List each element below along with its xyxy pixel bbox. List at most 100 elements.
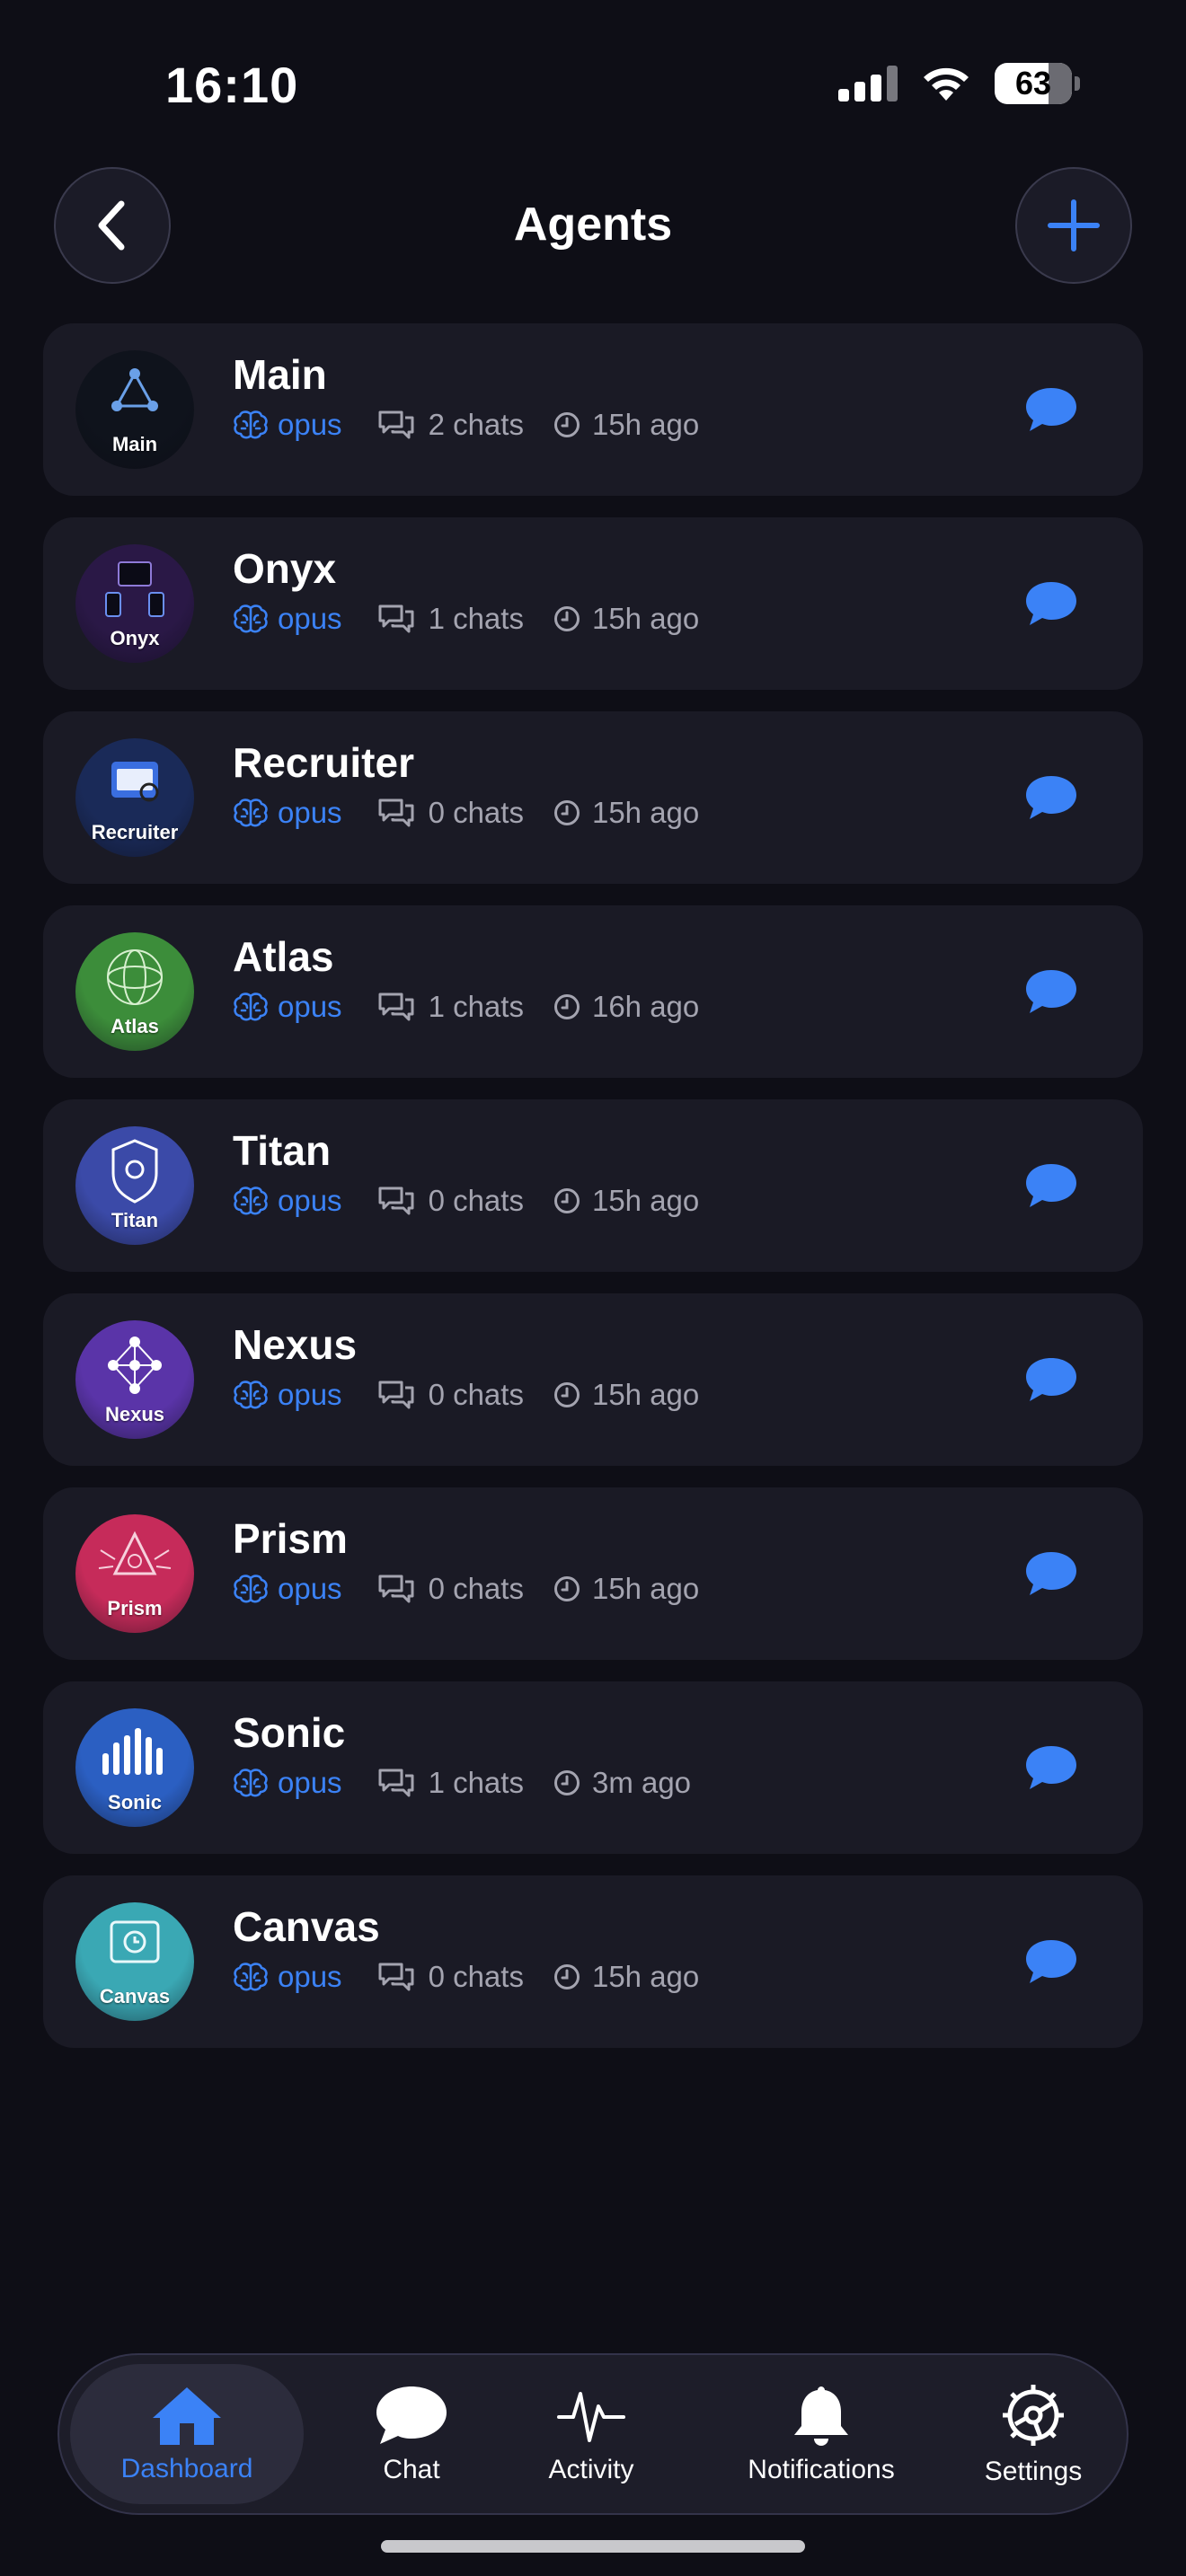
agent-chat-count: 0 chats [428,1572,524,1605]
chat-bubble-icon[interactable] [1024,968,1078,1015]
chat-bubble-icon[interactable] [1024,1162,1078,1209]
agent-avatar-label: Titan [111,1209,159,1231]
clock-icon [553,1188,580,1213]
chats-icon [378,410,414,439]
agent-chat-count: 2 chats [428,408,524,441]
agent-card-main[interactable]: Main Main opus 2 chats 15h ago [43,323,1143,496]
pulse-icon [557,2392,625,2442]
agent-meta: opus 0 chats 15h ago [233,796,699,830]
tab-dashboard[interactable]: Dashboard [70,2364,304,2504]
clock-icon [553,800,580,825]
status-time: 16:10 [165,57,299,113]
clock-icon [553,412,580,437]
agent-avatar-label: Atlas [111,1015,159,1037]
agent-card-sonic[interactable]: Sonic Sonic opus 1 chats 3m ago [43,1681,1143,1854]
agent-model: opus [278,408,342,441]
agent-avatar: Prism [75,1514,194,1633]
agent-avatar-label: Prism [107,1597,163,1619]
agent-chat-count: 1 chats [428,990,524,1023]
chat-bubble-icon[interactable] [1024,1744,1078,1791]
page-title: Agents [513,198,673,251]
tab-label: Settings [984,2457,1083,2486]
agent-card-onyx[interactable]: Onyx Onyx opus 1 chats 15h ago [43,517,1143,690]
agent-name: Nexus [233,1321,358,1368]
agent-avatar-label: Sonic [108,1791,162,1813]
agent-model: opus [278,1766,342,1799]
agent-card-titan[interactable]: Titan Titan opus 0 chats 15h ago [43,1099,1143,1272]
brain-icon [234,1187,268,1215]
agent-model: opus [278,1960,342,1993]
chats-icon [378,1381,414,1409]
bottom-tab-bar: Dashboard Chat Activity Notifications Se… [58,2353,1128,2515]
chats-icon [378,798,414,827]
agent-model: opus [278,1572,342,1605]
brain-icon [234,410,268,439]
clock-icon [553,994,580,1019]
clock-icon [553,1770,580,1795]
tab-notifications[interactable]: Notifications [704,2364,938,2504]
agent-last-active: 3m ago [591,1766,692,1799]
agent-avatar-label: Nexus [104,1403,165,1425]
brain-icon [234,604,268,633]
chat-bubble-icon[interactable] [1024,1550,1078,1597]
agent-name: Atlas [233,933,334,980]
chats-icon [378,1963,414,1991]
brain-icon [234,1575,268,1603]
agent-name: Canvas [233,1903,380,1950]
add-agent-button[interactable] [1015,167,1132,284]
home-indicator [381,2540,805,2553]
agent-last-active: 15h ago [591,408,700,441]
tab-settings[interactable]: Settings [961,2364,1105,2504]
agent-avatar: Recruiter [75,738,194,857]
agent-chat-count: 1 chats [428,1766,524,1799]
agent-last-active: 15h ago [591,1572,700,1605]
tab-label: Dashboard [120,2454,253,2483]
chat-bubble-icon[interactable] [1024,1938,1078,1985]
battery-level: 63 [1014,65,1052,101]
agent-last-active: 15h ago [591,1184,700,1217]
agent-last-active: 15h ago [591,1378,700,1411]
agent-card-nexus[interactable]: Nexus Nexus opus 0 chats 15h ago [43,1293,1143,1466]
agent-last-active: 15h ago [591,1960,700,1993]
chat-bubble-icon[interactable] [1024,1356,1078,1403]
agent-card-prism[interactable]: Prism Prism opus 0 chats 15h ago [43,1487,1143,1660]
agent-card-atlas[interactable]: Atlas Atlas opus 1 chats 16h ago [43,905,1143,1078]
agent-model: opus [278,796,342,829]
chat-bubble-icon[interactable] [1024,386,1078,433]
agent-last-active: 15h ago [591,602,700,635]
tab-activity[interactable]: Activity [519,2364,663,2504]
agent-chat-count: 0 chats [428,1960,524,1993]
agent-card-canvas[interactable]: Canvas Canvas opus 0 chats 15h ago [43,1875,1143,2048]
agent-card-recruiter[interactable]: Recruiter Recruiter opus 0 chats 15h ago [43,711,1143,884]
chats-icon [378,1575,414,1603]
clock-icon [553,1964,580,1989]
agent-meta: opus 0 chats 15h ago [233,1184,699,1218]
agent-avatar: Onyx [75,544,194,663]
chats-icon [378,992,414,1021]
chat-bubble-icon[interactable] [1024,774,1078,821]
chat-bubble-icon[interactable] [1024,580,1078,627]
agent-meta: opus 2 chats 15h ago [233,408,699,442]
bell-icon [794,2386,848,2446]
clock-icon [553,1382,580,1407]
agent-name: Prism [233,1515,348,1562]
brain-icon [234,1769,268,1797]
chats-icon [378,1187,414,1215]
agent-chat-count: 0 chats [428,796,524,829]
agent-meta: opus 0 chats 15h ago [233,1378,699,1412]
agent-list: Main Main opus 2 chats 15h ago Onyx Onyx… [43,323,1143,2069]
agent-model: opus [278,990,342,1023]
agent-avatar-label: Recruiter [91,821,179,843]
agent-name: Onyx [233,545,337,592]
agent-name: Main [233,351,327,398]
chats-icon [378,604,414,633]
agent-name: Sonic [233,1709,346,1756]
tab-chat[interactable]: Chat [349,2364,474,2504]
tab-label: Notifications [748,2455,895,2484]
agent-avatar: Titan [75,1126,194,1245]
clock-icon [553,606,580,631]
brain-icon [234,1381,268,1409]
agent-name: Titan [233,1127,332,1174]
brain-icon [234,992,268,1021]
agent-meta: opus 1 chats 15h ago [233,602,699,636]
